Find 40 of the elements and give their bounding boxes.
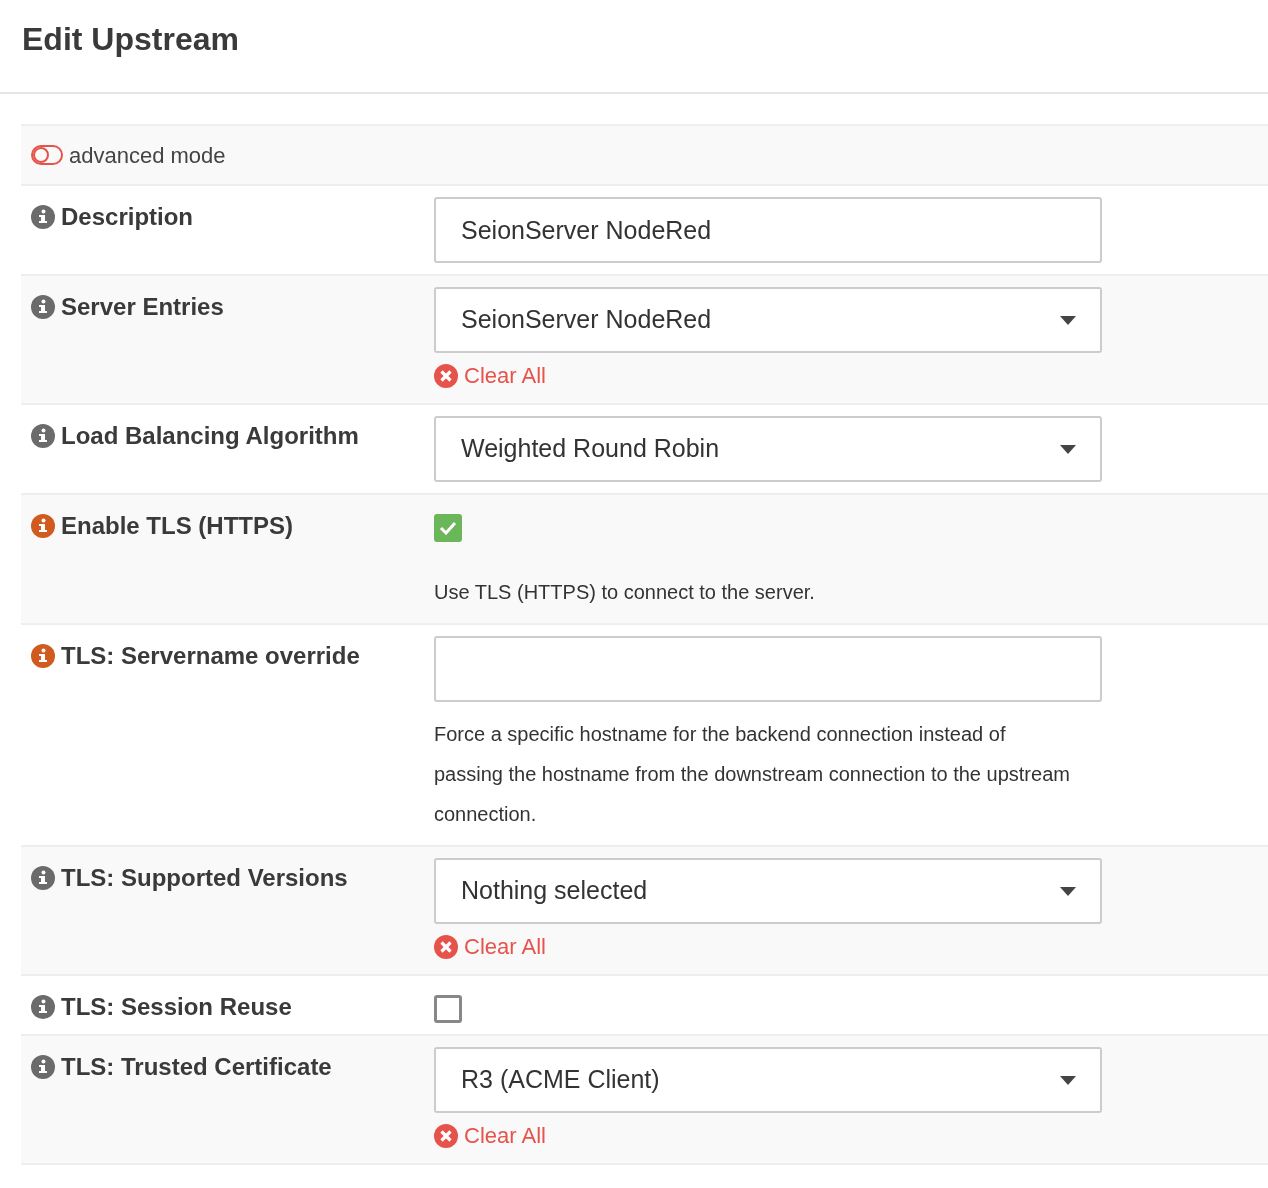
field-label: Description: [61, 203, 194, 231]
check-icon: [439, 521, 457, 535]
text-field[interactable]: SeionServer NodeRed: [434, 197, 1102, 263]
checkbox[interactable]: [434, 514, 462, 542]
help-text: Force a specific hostname for the backend connection instead of passing the hostname from the downstream connection to the upstream connection.: [434, 722, 1071, 827]
toggle-switch[interactable]: [31, 145, 63, 165]
field-label: TLS: Session Reuse: [61, 993, 292, 1021]
info-icon[interactable]: [31, 995, 55, 1019]
field-label: Enable TLS (HTTPS): [61, 512, 293, 540]
caret-icon: [1060, 886, 1076, 896]
dropdown[interactable]: R3 (ACME Client): [434, 1047, 1102, 1113]
field-label: TLS: Supported Versions: [61, 864, 348, 892]
caret-icon: [1060, 1075, 1076, 1085]
clear-all-link[interactable]: Clear All: [434, 359, 546, 392]
clear-icon: [434, 1123, 458, 1148]
text-field[interactable]: [434, 636, 1102, 702]
info-icon[interactable]: [31, 424, 55, 448]
field-label: Server Entries: [61, 293, 224, 321]
checkbox[interactable]: [434, 995, 462, 1023]
field-label: TLS: Trusted Certificate: [61, 1053, 332, 1081]
clear-icon: [434, 363, 458, 388]
dropdown[interactable]: Nothing selected: [434, 858, 1102, 924]
toggle-label: advanced mode: [69, 141, 226, 170]
info-icon[interactable]: [31, 295, 55, 319]
caret-icon: [1060, 444, 1076, 454]
info-icon[interactable]: [31, 205, 55, 229]
info-icon[interactable]: [31, 1055, 55, 1079]
caret-icon: [1060, 315, 1076, 325]
field-label: Load Balancing Algorithm: [61, 422, 359, 450]
info-icon[interactable]: [31, 514, 55, 538]
help-text: Use TLS (HTTPS) to connect to the server.: [434, 580, 816, 605]
info-icon[interactable]: [31, 866, 55, 890]
clear-all-link[interactable]: Clear All: [434, 1119, 546, 1152]
dropdown[interactable]: SeionServer NodeRed: [434, 287, 1102, 353]
field-label: TLS: Servername override: [61, 642, 360, 670]
clear-icon: [434, 934, 458, 959]
info-icon[interactable]: [31, 644, 55, 668]
dropdown[interactable]: Weighted Round Robin: [434, 416, 1102, 482]
page-title: Edit Upstream: [22, 20, 239, 59]
clear-all-link[interactable]: Clear All: [434, 930, 546, 963]
